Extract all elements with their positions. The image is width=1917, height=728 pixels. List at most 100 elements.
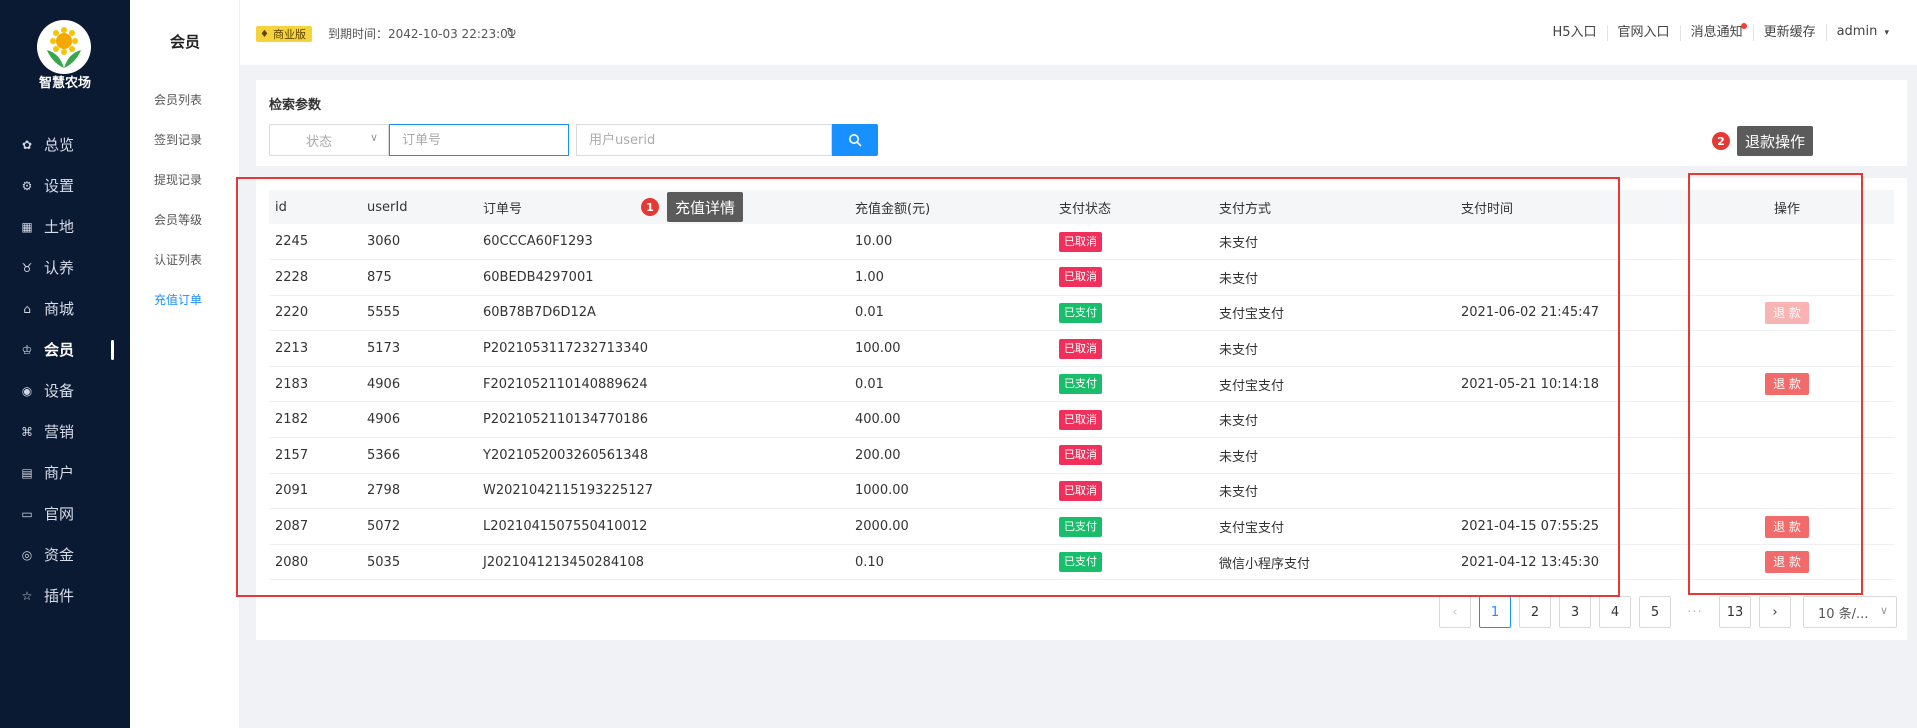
nav-item-shop[interactable]: ⌂ 商城	[0, 288, 130, 329]
cell-userid: 5173	[361, 330, 477, 367]
nav-item-settings[interactable]: ⚙ 设置	[0, 165, 130, 206]
nav-label: 官网	[44, 505, 75, 523]
status-badge: 已支付	[1059, 552, 1102, 573]
page-button-1[interactable]: 1	[1479, 596, 1511, 628]
search-panel: 检索参数 状态 ∨	[256, 80, 1907, 166]
cell-id: 2213	[269, 330, 361, 367]
nav-label: 土地	[44, 218, 75, 236]
nav-label: 资金	[44, 546, 75, 564]
cell-action: 退 款	[1680, 295, 1894, 332]
cell-method: 微信小程序支付	[1213, 544, 1455, 581]
notifications-link[interactable]: 消息通知	[1679, 22, 1753, 41]
nav-label: 插件	[44, 587, 75, 605]
page-button-5[interactable]: 5	[1639, 596, 1671, 628]
cell-amount: 0.10	[849, 544, 1053, 581]
cell-status: 已支付	[1053, 366, 1213, 403]
refund-button[interactable]: 退 款	[1765, 373, 1809, 396]
order-number-input[interactable]	[389, 124, 569, 156]
table-row: 2091 2798 W2021042115193225127 1000.00 已取消 未支…	[269, 473, 1894, 510]
sub-item-recharge-orders[interactable]: 充值订单	[154, 291, 202, 331]
sub-item-checkin-records[interactable]: 签到记录	[154, 131, 202, 171]
sub-item-verify-list[interactable]: 认证列表	[154, 251, 202, 291]
funds-icon: ◎	[21, 547, 33, 562]
search-icon	[849, 134, 862, 147]
nav-item-website[interactable]: ▭ 官网	[0, 493, 130, 534]
cell-order: 60CCCA60F1293	[477, 224, 849, 261]
cell-userid: 5072	[361, 508, 477, 545]
chevron-down-icon: ∨	[1879, 604, 1888, 617]
nav-item-overview[interactable]: ✿ 总览	[0, 124, 130, 165]
sub-item-member-level[interactable]: 会员等级	[154, 211, 202, 251]
page-button-2[interactable]: 2	[1519, 596, 1551, 628]
nav-label: 总览	[44, 136, 75, 154]
col-header-order: 订单号	[477, 190, 849, 224]
page-button-3[interactable]: 3	[1559, 596, 1591, 628]
recharge-orders-table: id userId 订单号 充值金额(元) 支付状态 支付方式 支付时间 操作 …	[269, 190, 1894, 581]
page-button-4[interactable]: 4	[1599, 596, 1631, 628]
cell-order: P2021053117232713340	[477, 330, 849, 367]
nav-item-land[interactable]: ▦ 土地	[0, 206, 130, 247]
sub-item-member-list[interactable]: 会员列表	[154, 91, 202, 131]
h5-entry-link[interactable]: H5入口	[1543, 25, 1607, 41]
plugin-icon: ☆	[21, 588, 33, 603]
cell-id: 2220	[269, 295, 361, 332]
table-row: 2228 875 60BEDB4297001 1.00 已取消 未支付	[269, 259, 1894, 296]
cell-method: 未支付	[1213, 401, 1455, 439]
refund-button[interactable]: 退 款	[1765, 551, 1809, 574]
cell-id: 2183	[269, 366, 361, 403]
search-button[interactable]	[832, 124, 878, 156]
cell-amount: 0.01	[849, 295, 1053, 332]
cell-amount: 100.00	[849, 330, 1053, 367]
nav-item-funds[interactable]: ◎ 资金	[0, 534, 130, 575]
cell-order: J2021041213450284108	[477, 544, 849, 581]
page-size-select[interactable]: 10 条/... ∨	[1803, 596, 1897, 628]
cell-order: F2021052110140889624	[477, 366, 849, 403]
status-select[interactable]: 状态 ∨	[269, 124, 389, 156]
user-id-input[interactable]	[576, 124, 832, 156]
refund-button[interactable]: 退 款	[1765, 301, 1809, 324]
nav-item-device[interactable]: ◉ 设备	[0, 370, 130, 411]
cell-method: 支付宝支付	[1213, 295, 1455, 332]
cell-action	[1680, 473, 1894, 510]
cell-amount: 10.00	[849, 224, 1053, 261]
prev-page-button[interactable]: ‹	[1439, 596, 1471, 628]
sub-item-withdraw-records[interactable]: 提现记录	[154, 171, 202, 211]
nav-item-adopt[interactable]: ♉ 认养	[0, 247, 130, 288]
cell-time	[1455, 401, 1680, 439]
cell-time: 2021-04-15 07:55:25	[1455, 508, 1680, 545]
nav-label: 商城	[44, 300, 75, 318]
cell-time: 2021-04-12 13:45:30	[1455, 544, 1680, 581]
refund-button[interactable]: 退 款	[1765, 515, 1809, 538]
cell-userid: 5366	[361, 437, 477, 474]
status-select-placeholder: 状态	[306, 134, 333, 150]
cell-time	[1455, 259, 1680, 296]
refresh-icon[interactable]: ↻	[506, 26, 517, 42]
cell-method: 支付宝支付	[1213, 508, 1455, 545]
col-header-time: 支付时间	[1455, 190, 1680, 224]
table-row: 2157 5366 Y2021052003260561348 200.00 已取消 未支付	[269, 437, 1894, 474]
nav-label: 认养	[44, 259, 75, 277]
cell-amount: 2000.00	[849, 508, 1053, 545]
page-ellipsis[interactable]: ···	[1679, 596, 1711, 628]
table-row: 2245 3060 60CCCA60F1293 10.00 已取消 未支付	[269, 224, 1894, 261]
cell-action: 退 款	[1680, 508, 1894, 545]
search-title: 检索参数	[269, 98, 322, 113]
page-button-last[interactable]: 13	[1719, 596, 1751, 628]
next-page-button[interactable]: ›	[1759, 596, 1791, 628]
cell-method: 未支付	[1213, 473, 1455, 510]
user-menu[interactable]: admin ▾	[1825, 24, 1899, 41]
refresh-cache-link[interactable]: 更新缓存	[1752, 24, 1826, 41]
cell-status: 已支付	[1053, 508, 1213, 545]
merchant-icon: ▤	[21, 465, 33, 480]
nav-item-member[interactable]: ♔ 会员	[0, 329, 130, 370]
cell-status: 已取消	[1053, 473, 1213, 510]
website-entry-link[interactable]: 官网入口	[1606, 24, 1680, 41]
nav-item-plugin[interactable]: ☆ 插件	[0, 575, 130, 616]
nav-label: 设备	[44, 382, 75, 400]
cell-status: 已取消	[1053, 224, 1213, 261]
land-icon: ▦	[21, 219, 33, 234]
cell-id: 2245	[269, 224, 361, 261]
nav-item-merchant[interactable]: ▤ 商户	[0, 452, 130, 493]
cell-action	[1680, 224, 1894, 261]
nav-item-marketing[interactable]: ⌘ 营销	[0, 411, 130, 452]
